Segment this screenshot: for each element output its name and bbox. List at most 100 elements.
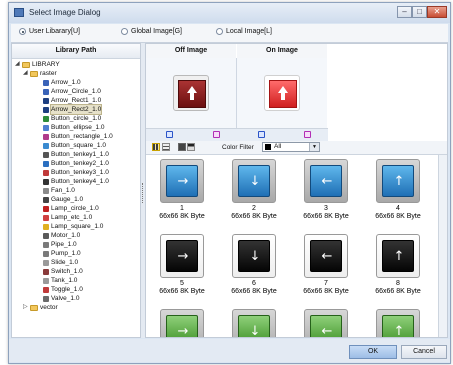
title-bar[interactable]: Select Image Dialog – □ ✕ xyxy=(9,3,450,23)
image-grid-scrollbar[interactable] xyxy=(438,155,447,337)
tree-item[interactable]: Motor_1.0 xyxy=(43,231,80,240)
close-button[interactable]: ✕ xyxy=(427,6,447,18)
image-thumbnail[interactable]: → xyxy=(160,309,204,337)
tree-item[interactable]: Slide_1.0 xyxy=(43,258,78,267)
tree-item[interactable]: Button_tenkey4_1.0 xyxy=(43,177,109,186)
on-image-header: On Image xyxy=(237,44,327,58)
off-image-thumbnail xyxy=(173,75,209,111)
image-pane: Off Image On Image Color Filter All ▼ → … xyxy=(145,43,448,338)
tree-item[interactable]: Button_square_1.0 xyxy=(43,141,106,150)
tree-item-label: Button_tenkey3_1.0 xyxy=(51,169,109,176)
tree-item-label: Tank_1.0 xyxy=(51,277,78,284)
minimize-button[interactable]: – xyxy=(397,6,412,18)
tree-node-library[interactable]: ◢ LIBRARY xyxy=(15,60,60,69)
image-thumbnail[interactable]: ← xyxy=(304,159,348,203)
clear-off-image-icon[interactable] xyxy=(213,131,220,138)
off-image-preview[interactable] xyxy=(146,58,237,128)
pipe-icon xyxy=(43,241,49,248)
set-on-image-icon[interactable] xyxy=(258,131,265,138)
image-source-selector: User Libarary[U] Global Image[G] Local I… xyxy=(11,24,448,43)
image-size: 66x66 8K Byte xyxy=(375,213,421,220)
tree-item[interactable]: Button_circle_1.0 xyxy=(43,114,101,123)
lamp-square-icon xyxy=(43,223,49,230)
image-thumbnail[interactable]: ↓ xyxy=(232,159,276,203)
library-tree: ◢ LIBRARY ◢ raster Arrow_1.0 Arrow_Circle… xyxy=(12,60,140,337)
detail-view-icon[interactable] xyxy=(187,143,195,151)
radio-global-image[interactable]: Global Image[G] xyxy=(121,28,182,35)
tree-item-label: Pipe_1.0 xyxy=(51,241,77,248)
arrow-glyph-icon: ← xyxy=(321,324,333,338)
arrow-glyph-icon: ↓ xyxy=(249,249,261,264)
set-off-image-icon[interactable] xyxy=(166,131,173,138)
tree-item-label: Lamp_circle_1.0 xyxy=(51,205,99,212)
chevron-down-icon[interactable]: ▼ xyxy=(309,143,319,151)
tree-item[interactable]: Pump_1.0 xyxy=(43,249,81,258)
radio-user-library[interactable]: User Libarary[U] xyxy=(19,28,80,35)
collapse-icon[interactable]: ◢ xyxy=(23,69,28,78)
arrow-glyph-icon: ← xyxy=(321,174,333,189)
tree-item[interactable]: Tank_1.0 xyxy=(43,276,77,285)
ok-button[interactable]: OK xyxy=(349,345,397,359)
tree-item[interactable]: Arrow_1.0 xyxy=(43,78,81,87)
radio-dot-icon xyxy=(121,28,128,35)
expand-icon[interactable]: ▷ xyxy=(23,303,28,312)
image-thumbnail[interactable]: ↓ xyxy=(232,309,276,337)
image-size: 66x66 8K Byte xyxy=(231,288,277,295)
clear-on-image-icon[interactable] xyxy=(304,131,311,138)
image-thumbnail[interactable]: ← xyxy=(304,309,348,337)
large-icons-view-icon[interactable] xyxy=(152,143,160,151)
image-thumbnail[interactable]: ↑ xyxy=(376,234,420,278)
tree-item[interactable]: Button_tenkey3_1.0 xyxy=(43,168,109,177)
tree-item[interactable]: Switch_1.0 xyxy=(43,267,83,276)
image-thumbnail[interactable]: ↑ xyxy=(376,309,420,337)
preview-toolbar xyxy=(146,128,328,142)
window-title: Select Image Dialog xyxy=(29,8,101,17)
image-caption: 8 66x66 8K Byte xyxy=(362,280,434,296)
image-thumbnail[interactable]: ← xyxy=(304,234,348,278)
tree-item-label: Arrow_Rect2_1.0 xyxy=(49,104,103,115)
tree-item-label: Button_circle_1.0 xyxy=(51,115,102,122)
tree-item[interactable]: Lamp_circle_1.0 xyxy=(43,204,99,213)
tree-item-label: Button_tenkey1_1.0 xyxy=(51,151,109,158)
cancel-button[interactable]: Cancel xyxy=(401,345,447,359)
collapse-icon[interactable]: ◢ xyxy=(15,60,20,69)
tree-item[interactable]: Toggle_1.0 xyxy=(43,285,83,294)
tank-icon xyxy=(43,277,49,284)
tree-item[interactable]: Button_rectangle_1.0 xyxy=(43,132,113,141)
arrow-glyph-icon: ↑ xyxy=(393,249,405,264)
tree-item[interactable]: Pipe_1.0 xyxy=(43,240,77,249)
tree-item[interactable]: Button_tenkey1_1.0 xyxy=(43,150,109,159)
image-thumbnail[interactable]: → xyxy=(160,159,204,203)
tree-node-raster[interactable]: ◢ raster xyxy=(23,69,57,78)
image-thumbnail[interactable]: ↓ xyxy=(232,234,276,278)
fan-icon xyxy=(43,187,49,194)
arrow-button-icon: ← xyxy=(310,165,342,197)
on-image-preview[interactable] xyxy=(237,58,327,128)
arrow-glyph-icon: ↓ xyxy=(249,324,261,338)
image-caption: 6 66x66 8K Byte xyxy=(218,280,290,296)
image-thumbnail[interactable]: → xyxy=(160,234,204,278)
tree-item[interactable]: Arrow_Rect1_1.0 xyxy=(43,96,101,105)
image-thumbnail[interactable]: ↑ xyxy=(376,159,420,203)
select-image-dialog: Select Image Dialog – □ ✕ User Libarary[… xyxy=(8,2,451,364)
tree-item[interactable]: Arrow_Rect2_1.0 xyxy=(43,104,103,115)
radio-local-image[interactable]: Local Image[L] xyxy=(216,28,272,35)
maximize-button[interactable]: □ xyxy=(412,6,427,18)
tree-item[interactable]: Lamp_square_1.0 xyxy=(43,222,103,231)
folder-icon xyxy=(30,304,38,311)
tree-item[interactable]: Button_ellipse_1.0 xyxy=(43,123,105,132)
tree-item[interactable]: Valve_1.0 xyxy=(43,294,79,303)
thumbnail-view-icon[interactable] xyxy=(178,143,186,151)
color-swatch xyxy=(265,144,271,150)
tree-item[interactable]: Arrow_Circle_1.0 xyxy=(43,87,101,96)
tree-item[interactable]: Fan_1.0 xyxy=(43,186,75,195)
folder-icon xyxy=(22,61,30,68)
tree-item[interactable]: Gauge_1.0 xyxy=(43,195,83,204)
tree-item[interactable]: Lamp_etc_1.0 xyxy=(43,213,92,222)
up-arrow-icon xyxy=(269,80,297,108)
tree-item[interactable]: Button_tenkey2_1.0 xyxy=(43,159,109,168)
list-view-icon[interactable] xyxy=(162,143,170,151)
motor-icon xyxy=(43,232,49,239)
color-filter-dropdown[interactable]: All ▼ xyxy=(262,142,320,152)
tree-node-vector[interactable]: ▷ vector xyxy=(23,303,58,312)
